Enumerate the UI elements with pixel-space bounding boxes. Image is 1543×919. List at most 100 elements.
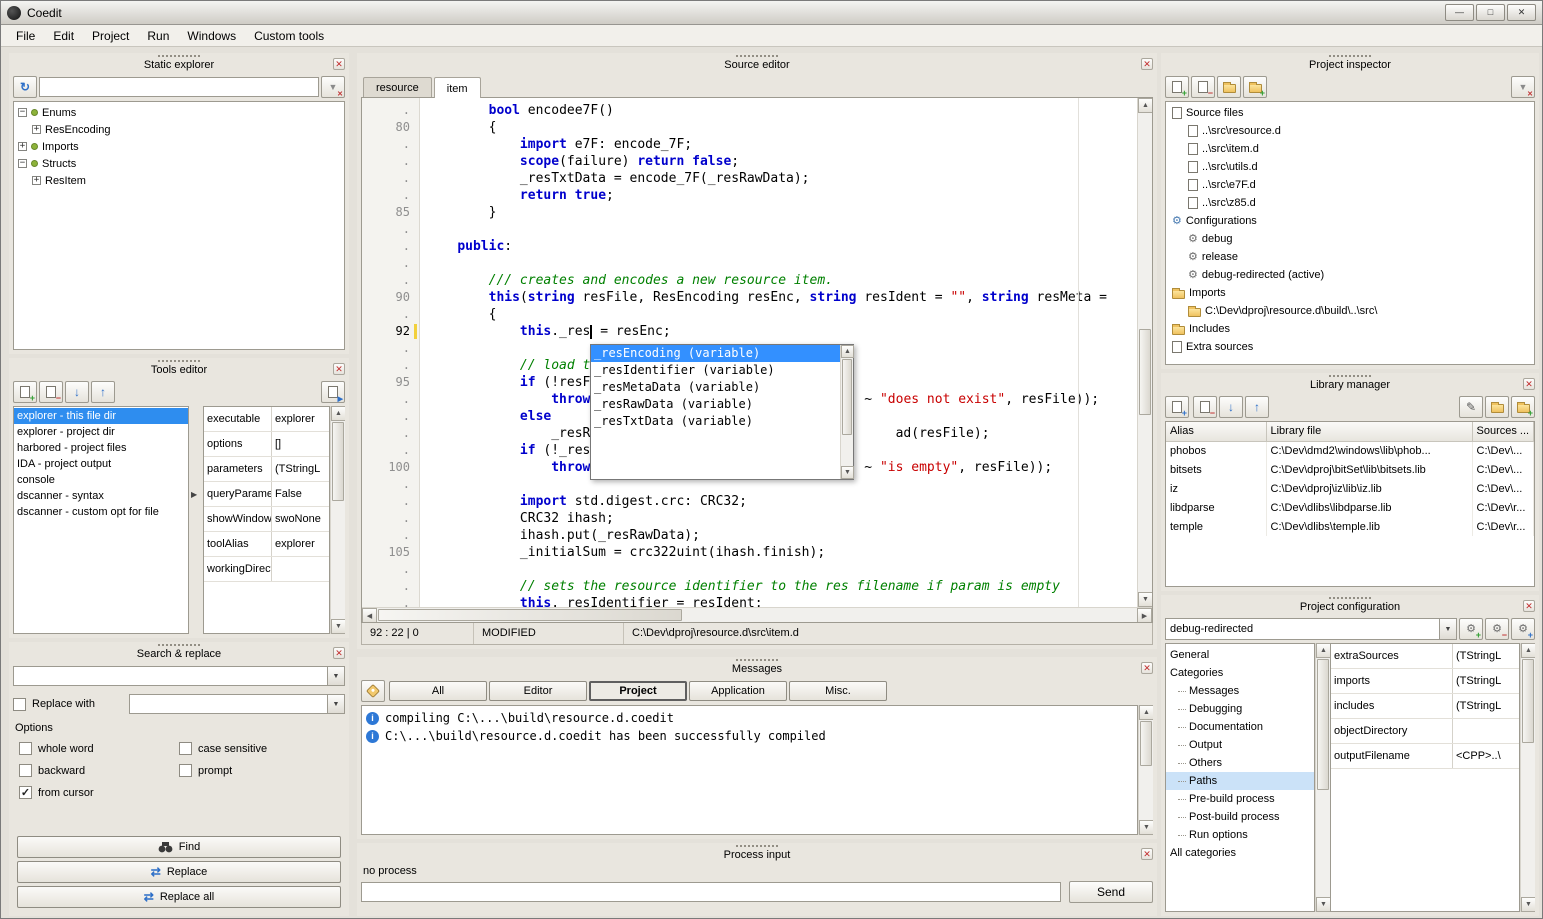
tool-item[interactable]: harbored - project files <box>14 440 188 456</box>
library-manager-header[interactable]: Library manager ✕ <box>1165 373 1535 393</box>
property-value[interactable]: False <box>272 488 329 500</box>
symbol-tree-item[interactable]: −Enums <box>14 104 344 121</box>
checkbox-prompt[interactable]: prompt <box>179 764 339 777</box>
categories-button[interactable] <box>361 680 385 702</box>
configuration-selector[interactable]: debug-redirected ▼ <box>1165 618 1457 640</box>
property-value[interactable]: (TStringL <box>272 463 329 475</box>
scroll-up-icon[interactable]: ▲ <box>1139 705 1153 720</box>
column-header-sources[interactable]: Sources ... <box>1472 422 1534 441</box>
scrollbar-thumb[interactable] <box>332 422 344 501</box>
completion-item[interactable]: _resRawData (variable) <box>591 396 840 413</box>
panel-close-button[interactable]: ✕ <box>1141 662 1153 674</box>
scroll-down-icon[interactable]: ▼ <box>1138 592 1152 607</box>
checkbox-box[interactable] <box>179 764 192 777</box>
project-inspector-tree[interactable]: Source files..\src\resource.d..\src\item… <box>1165 101 1535 365</box>
filter-application-button[interactable]: Application <box>689 681 787 701</box>
project-tree-item[interactable]: ⚙Configurations <box>1166 212 1534 230</box>
minimize-button[interactable]: — <box>1445 4 1474 21</box>
config-categories[interactable]: GeneralCategoriesMessagesDebuggingDocume… <box>1165 643 1315 912</box>
property-expand-icon[interactable]: ▶ <box>191 490 197 499</box>
category-item-output[interactable]: Output <box>1166 736 1314 754</box>
filter-sources-button[interactable]: ▼✕ <box>1511 76 1535 98</box>
scroll-down-icon[interactable]: ▼ <box>331 619 345 634</box>
symbol-tree-item[interactable]: −Structs <box>14 155 344 172</box>
tab-resource[interactable]: resource <box>363 77 432 97</box>
project-tree-item[interactable]: ..\src\z85.d <box>1166 194 1534 212</box>
library-row[interactable]: bitsetsC:\Dev\dproj\bitSet\lib\bitsets.l… <box>1166 460 1534 479</box>
tools-editor-header[interactable]: Tools editor ✕ <box>13 358 345 378</box>
symbol-tree-item[interactable]: +ResEncoding <box>14 121 344 138</box>
filter-misc-button[interactable]: Misc. <box>789 681 887 701</box>
static-explorer-tree[interactable]: −Enums+ResEncoding+Imports−Structs+ResIt… <box>13 101 345 350</box>
panel-close-button[interactable]: ✕ <box>333 363 345 375</box>
find-button[interactable]: Find <box>17 836 341 858</box>
project-inspector-header[interactable]: Project inspector <box>1165 53 1535 73</box>
property-value[interactable]: explorer <box>272 538 329 550</box>
drag-grip-icon[interactable] <box>1329 375 1371 377</box>
category-item-pre-build-process[interactable]: Pre-build process <box>1166 790 1314 808</box>
config-props-scrollbar[interactable]: ▲ ▼ <box>1520 643 1535 912</box>
replace-term-value[interactable] <box>130 695 327 713</box>
scroll-right-icon[interactable]: ▶ <box>1137 608 1152 623</box>
column-header-alias[interactable]: Alias <box>1166 422 1266 441</box>
completion-item[interactable]: _resMetaData (variable) <box>591 379 840 396</box>
drag-grip-icon[interactable] <box>736 845 778 847</box>
category-item-messages[interactable]: Messages <box>1166 682 1314 700</box>
property-value[interactable]: explorer <box>272 413 329 425</box>
menu-run[interactable]: Run <box>138 27 178 45</box>
tool-item[interactable]: IDA - project output <box>14 456 188 472</box>
checkbox-case-sensitive[interactable]: case sensitive <box>179 742 339 755</box>
property-value[interactable]: (TStringL <box>1453 675 1519 687</box>
remove-tool-button[interactable]: − <box>39 381 63 403</box>
project-tree-item[interactable]: Source files <box>1166 104 1534 122</box>
project-tree-item[interactable]: ⚙debug <box>1166 230 1534 248</box>
dropdown-icon[interactable]: ▼ <box>327 695 344 713</box>
panel-close-button[interactable]: ✕ <box>1141 848 1153 860</box>
clear-filter-button[interactable]: ▼✕ <box>321 76 345 98</box>
completion-list[interactable]: _resEncoding (variable)_resIdentifier (v… <box>591 345 840 479</box>
property-value[interactable]: (TStringL <box>1453 650 1519 662</box>
property-value[interactable]: <CPP>..\ <box>1453 750 1519 762</box>
tool-item[interactable]: console <box>14 472 188 488</box>
remove-file-button[interactable]: − <box>1191 76 1215 98</box>
process-input-header[interactable]: Process input ✕ <box>361 843 1153 863</box>
menu-windows[interactable]: Windows <box>178 27 245 45</box>
move-library-up-button[interactable]: ↑ <box>1245 396 1269 418</box>
process-input-field[interactable] <box>361 882 1061 902</box>
category-item-others[interactable]: Others <box>1166 754 1314 772</box>
editor-vscrollbar[interactable]: ▲ ▼ <box>1137 98 1152 607</box>
editor-main[interactable]: .80....85....90.92..95....100....105... … <box>362 98 1152 607</box>
symbol-tree-item[interactable]: +Imports <box>14 138 344 155</box>
category-item-documentation[interactable]: Documentation <box>1166 718 1314 736</box>
open-library-file-button[interactable] <box>1485 396 1509 418</box>
project-tree-item[interactable]: Extra sources <box>1166 338 1534 356</box>
refresh-button[interactable]: ↻ <box>13 76 37 98</box>
checkbox-whole-word[interactable]: whole word <box>19 742 179 755</box>
panel-close-button[interactable]: ✕ <box>333 58 345 70</box>
messages-scrollbar[interactable]: ▲ ▼ <box>1138 705 1153 835</box>
tools-props-scrollbar[interactable]: ▲ ▼ <box>330 406 345 634</box>
drag-grip-icon[interactable] <box>736 55 778 57</box>
add-file-button[interactable]: + <box>1165 76 1189 98</box>
drag-grip-icon[interactable] <box>158 644 200 646</box>
select-sources-button[interactable]: + <box>1511 396 1535 418</box>
menu-file[interactable]: File <box>7 27 44 45</box>
filter-project-button[interactable]: Project <box>589 681 687 701</box>
project-tree-item[interactable]: ..\src\resource.d <box>1166 122 1534 140</box>
scrollbar-thumb[interactable] <box>1140 721 1152 766</box>
project-tree-item[interactable]: ⚙release <box>1166 248 1534 266</box>
scroll-down-icon[interactable]: ▼ <box>1139 820 1153 835</box>
collapse-icon[interactable]: − <box>18 159 27 168</box>
completion-item[interactable]: _resTxtData (variable) <box>591 413 840 430</box>
library-table-header[interactable]: AliasLibrary fileSources ... <box>1166 422 1534 441</box>
search-term-combobox[interactable]: ▼ <box>13 666 345 686</box>
tool-item[interactable]: dscanner - syntax <box>14 488 188 504</box>
scroll-down-icon[interactable]: ▼ <box>1521 897 1535 912</box>
panel-close-button[interactable]: ✕ <box>1523 378 1535 390</box>
completion-item[interactable]: _resEncoding (variable) <box>591 345 840 362</box>
search-replace-header[interactable]: Search & replace ✕ <box>13 642 345 662</box>
checkbox-box[interactable]: ✓ <box>19 786 32 799</box>
expand-icon[interactable]: + <box>32 176 41 185</box>
static-explorer-header[interactable]: Static explorer ✕ <box>13 53 345 73</box>
drag-grip-icon[interactable] <box>736 659 778 661</box>
